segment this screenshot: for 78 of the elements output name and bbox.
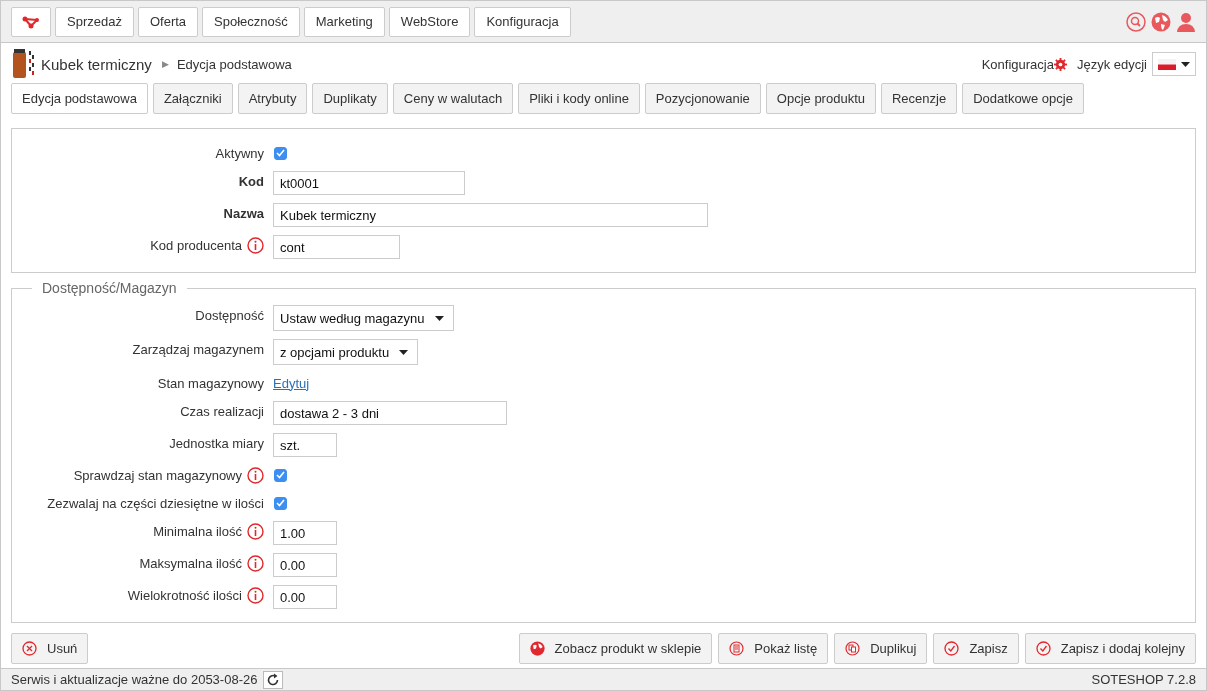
tab[interactable]: Pliki i kody online	[518, 83, 640, 114]
globe-icon	[529, 641, 545, 656]
tab[interactable]: Recenzje	[881, 83, 958, 114]
version-label: SOTESHOP 7.2.8	[1091, 672, 1196, 687]
tab[interactable]: Edycja podstawowa	[11, 83, 148, 114]
refresh-button[interactable]	[263, 670, 284, 689]
duplicate-button[interactable]: Duplikuj	[834, 633, 928, 664]
input-field[interactable]: dostawa 2 - 3 dni	[273, 401, 507, 425]
checkbox[interactable]	[274, 496, 287, 510]
check-icon	[944, 641, 960, 656]
tab[interactable]: Opcje produktu	[765, 83, 876, 114]
field-label: Zarządzaj magazynem	[132, 341, 264, 357]
field-label: Minimalna ilość	[153, 523, 242, 539]
flag-icon	[1158, 58, 1176, 70]
checkbox[interactable]	[274, 468, 287, 482]
view-button[interactable]: Zobacz produkt w sklepie	[518, 633, 713, 664]
tab[interactable]: Ceny w walutach	[392, 83, 514, 114]
dropdown[interactable]: Ustaw według magazynu	[273, 305, 454, 331]
field-label: Czas realizacji	[180, 403, 264, 419]
field-label: Sprawdzaj stan magazynowy	[73, 467, 242, 483]
section-legend: Dostępność/Magazyn	[32, 280, 187, 296]
input-field[interactable]: 0.00	[273, 585, 337, 609]
configuration-link[interactable]: Konfiguracja	[981, 56, 1054, 72]
input-field[interactable]: cont	[273, 235, 400, 259]
product-title: Kubek termiczny	[41, 55, 152, 73]
field-label: Wielokrotność ilości	[127, 587, 242, 603]
input-field[interactable]: kt0001	[273, 171, 465, 195]
input-field[interactable]: szt.	[273, 433, 337, 457]
save-button[interactable]: Zapisz	[933, 633, 1019, 664]
tab[interactable]: Duplikaty	[312, 83, 388, 114]
field-label: Aktywny	[215, 145, 264, 161]
tab[interactable]: Dodatkowe opcje	[962, 83, 1084, 114]
breadcrumb-item: Edycja podstawowa	[176, 56, 292, 72]
field-label: Zezwalaj na części dziesiętne w ilości	[47, 495, 264, 511]
menu-item[interactable]: Oferta	[137, 6, 199, 37]
search-icon[interactable]	[1126, 11, 1146, 32]
check-icon	[1035, 641, 1051, 656]
tab[interactable]: Atrybuty	[237, 83, 308, 114]
caret-icon	[1181, 61, 1190, 67]
field-label: Maksymalna ilość	[139, 555, 242, 571]
globe-icon[interactable]	[1151, 11, 1171, 32]
menu-item[interactable]: WebStore	[388, 6, 471, 37]
gear-icon[interactable]	[1053, 57, 1067, 71]
list-button[interactable]: Pokaż listę	[718, 633, 829, 664]
copy-icon	[845, 641, 861, 656]
menu-item[interactable]: Sprzedaż	[55, 6, 134, 37]
field-label: Dostępność	[195, 307, 264, 323]
field-label: Kod	[238, 173, 264, 189]
delete-button[interactable]: Usuń	[11, 633, 89, 664]
field-label: Stan magazynowy	[157, 375, 264, 391]
caret-icon	[399, 349, 409, 355]
caret-icon	[434, 315, 444, 321]
field-label: Jednostka miary	[169, 435, 264, 451]
home-button[interactable]	[11, 6, 51, 37]
language-select[interactable]	[1152, 52, 1196, 76]
input-field[interactable]: 0.00	[273, 553, 337, 577]
input-field[interactable]: 1.00	[273, 521, 337, 545]
refresh-icon	[266, 672, 281, 687]
tab[interactable]: Załączniki	[152, 83, 233, 114]
checkbox[interactable]	[274, 146, 287, 160]
breadcrumb-separator: ▶	[161, 59, 169, 69]
close-icon	[22, 641, 37, 656]
input-field[interactable]: Kubek termiczny	[273, 203, 708, 227]
document-icon	[729, 641, 745, 656]
field-label: Kod producenta	[150, 237, 242, 253]
language-label: Język edycji	[1076, 56, 1147, 72]
tab[interactable]: Pozycjonowanie	[644, 83, 761, 114]
logo-icon	[22, 14, 40, 29]
field-label: Nazwa	[223, 205, 264, 221]
user-icon[interactable]	[1176, 11, 1196, 32]
menu-item[interactable]: Społeczność	[202, 6, 300, 37]
menu-item[interactable]: Konfiguracja	[474, 6, 571, 37]
save-button[interactable]: Zapisz i dodaj kolejny	[1024, 633, 1196, 664]
product-thumbnail-icon	[11, 49, 35, 79]
dropdown[interactable]: z opcjami produktu	[273, 339, 419, 365]
service-status: Serwis i aktualizacje ważne do 2053-08-26	[11, 672, 258, 687]
menu-item[interactable]: Marketing	[303, 6, 385, 37]
edit-link[interactable]: Edytuj	[273, 375, 310, 391]
